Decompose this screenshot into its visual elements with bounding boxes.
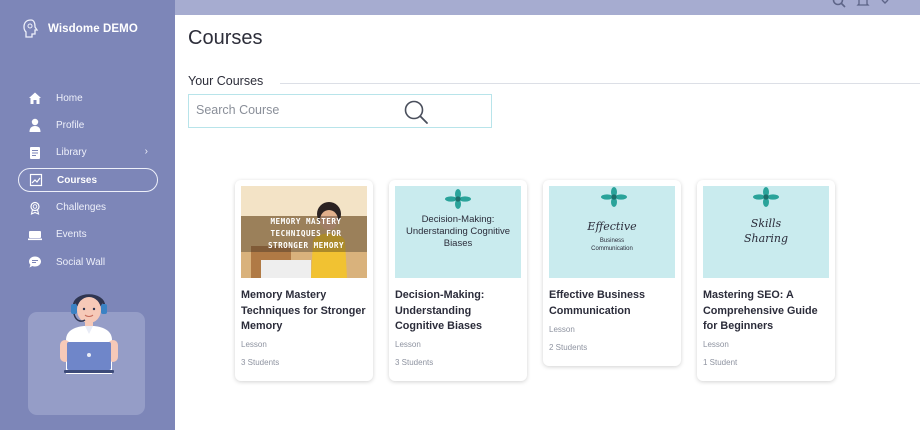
chat-icon [28, 255, 42, 269]
home-icon [28, 91, 42, 105]
sidebar-item-profile[interactable]: Profile [18, 113, 158, 137]
course-card[interactable]: Skills Sharing Mastering SEO: A Comprehe… [697, 180, 835, 381]
chevron-down-icon[interactable] [880, 0, 890, 8]
course-students: 3 Students [395, 358, 434, 367]
search-box [188, 94, 492, 128]
section-title: Your Courses [188, 74, 264, 88]
sidebar: Wisdome DEMO Home Profile Library › Cour… [0, 0, 175, 430]
course-card[interactable]: MEMORY MASTERY TECHNIQUES FOR STRONGER M… [235, 180, 373, 381]
flower-logo-icon [601, 187, 627, 207]
course-title[interactable]: Decision-Making: Understanding Cognitive… [395, 288, 523, 335]
course-thumbnail: Decision-Making: Understanding Cognitive… [395, 186, 521, 278]
bell-icon[interactable] [856, 0, 870, 8]
course-type: Lesson [241, 340, 267, 349]
sidebar-item-events[interactable]: Events [18, 223, 158, 247]
sidebar-item-courses[interactable]: Courses [18, 168, 158, 193]
brand-name: Wisdome DEMO [48, 23, 138, 35]
course-students: 1 Student [703, 358, 738, 367]
course-thumbnail: Effective Business Communication [549, 186, 675, 278]
course-students: 2 Students [549, 343, 588, 352]
sidebar-item-label: Profile [56, 119, 85, 131]
sidebar-item-label: Events [56, 229, 87, 241]
thumbnail-caption-script: Effective [587, 220, 637, 233]
chevron-right-icon: › [144, 145, 148, 157]
thumbnail-caption-script: Skills Sharing [743, 217, 789, 245]
sidebar-nav: Home Profile Library › Courses Challenge… [18, 86, 158, 278]
course-type: Lesson [549, 325, 575, 334]
course-thumbnail: Skills Sharing [703, 186, 829, 278]
sidebar-item-home[interactable]: Home [18, 86, 158, 110]
sidebar-item-label: Library [56, 147, 87, 159]
course-type: Lesson [395, 340, 421, 349]
brain-logo-icon [23, 19, 39, 38]
thumbnail-caption: Business Communication [591, 238, 633, 252]
course-card[interactable]: Effective Business Communication Effecti… [543, 180, 681, 366]
search-icon[interactable] [403, 99, 429, 125]
course-title[interactable]: Memory Mastery Techniques for Stronger M… [241, 288, 369, 335]
support-agent-illustration [60, 294, 118, 374]
course-title[interactable]: Mastering SEO: A Comprehensive Guide for… [703, 288, 831, 335]
library-icon [28, 146, 42, 160]
brand[interactable]: Wisdome DEMO [22, 18, 138, 40]
section-divider [280, 83, 920, 84]
top-bar [175, 0, 920, 15]
user-icon [28, 118, 42, 133]
sidebar-item-library[interactable]: Library › [18, 141, 158, 165]
course-type: Lesson [703, 340, 729, 349]
course-title[interactable]: Effective Business Communication [549, 288, 677, 319]
flower-logo-icon [753, 187, 779, 207]
sidebar-item-social-wall[interactable]: Social Wall [18, 250, 158, 274]
sidebar-item-label: Home [56, 92, 83, 104]
sidebar-item-label: Courses [57, 174, 98, 186]
sidebar-item-label: Challenges [56, 202, 107, 214]
thumbnail-caption: Decision-Making: Understanding Cognitive… [405, 214, 511, 249]
page-title: Courses [188, 27, 263, 49]
sidebar-item-label: Social Wall [56, 256, 106, 268]
award-icon [28, 201, 42, 215]
thumbnail-caption: MEMORY MASTERY TECHNIQUES FOR STRONGER M… [267, 217, 345, 250]
events-icon [28, 228, 42, 242]
course-card[interactable]: Decision-Making: Understanding Cognitive… [389, 180, 527, 381]
sidebar-item-challenges[interactable]: Challenges [18, 196, 158, 220]
flower-logo-icon [445, 189, 471, 209]
course-thumbnail: MEMORY MASTERY TECHNIQUES FOR STRONGER M… [241, 186, 367, 278]
courses-icon [29, 173, 43, 187]
search-icon[interactable] [832, 0, 846, 8]
course-students: 3 Students [241, 358, 280, 367]
search-input[interactable] [196, 103, 396, 117]
